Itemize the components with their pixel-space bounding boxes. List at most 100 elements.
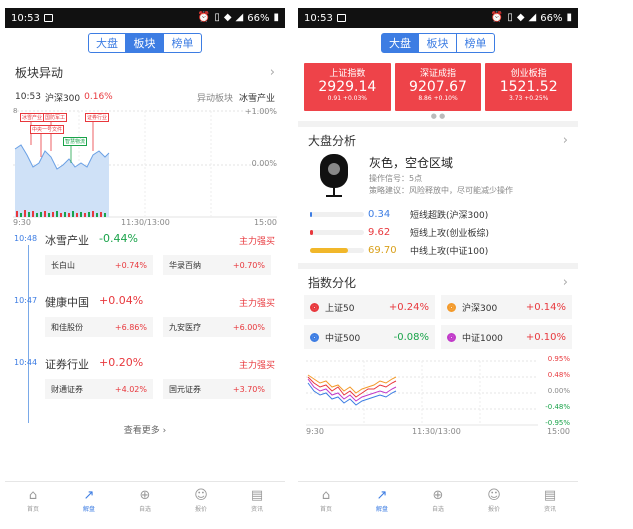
tabbar-analysis[interactable]: ↗ 解盘 [354, 482, 410, 519]
traffic-signal-icon [320, 154, 348, 197]
stock-change: +0.74% [114, 260, 147, 270]
y-axis-mid: 0.00% [251, 159, 277, 168]
tabbar-news[interactable]: ▤ 资讯 [522, 482, 578, 519]
index-card[interactable]: 深证成指 9207.67 8.86 +0.10% [394, 63, 482, 111]
alarm-icon: ⏰ [490, 12, 504, 23]
add-circle-icon: ⊕ [432, 487, 444, 503]
event-change: -0.44% [99, 232, 138, 245]
sector-timeline: 10:48 冰雪产业 -0.44% 主力强买 长白山 +0.74% 华录百纳 +… [5, 231, 285, 423]
battery-icon: ▮ [566, 12, 572, 23]
event-tag: 主力强买 [238, 299, 275, 309]
timeline-event[interactable]: 10:44 证券行业 +0.20% 主力强买 财通证券 +4.02% 国元证券 … [5, 355, 285, 417]
strength-bar [310, 211, 364, 217]
tabbar-home[interactable]: ⌂ 首页 [298, 482, 354, 519]
divergence-name: 中证500 [325, 333, 361, 344]
event-name: 健康中国 [45, 296, 89, 309]
divergence-item[interactable]: 沪深300 +0.14% [441, 295, 572, 319]
divergence-grid: 上证50 +0.24% 沪深300 +0.14% 中证500 -0.08% 中证… [298, 295, 578, 349]
divergence-change: +0.14% [525, 301, 566, 313]
stock-item[interactable]: 国元证券 +3.70% [163, 379, 271, 399]
strength-row: 9.62 短线上攻(创业板综) [298, 223, 578, 241]
stock-change: +6.86% [114, 322, 147, 332]
strength-label: 短线超跌(沪深300) [410, 210, 489, 221]
stock-name: 长白山 [51, 260, 75, 270]
view-more-link[interactable]: 查看更多 › [5, 423, 285, 436]
tabbar-news[interactable]: ▤ 资讯 [229, 482, 285, 519]
divergence-name: 上证50 [325, 303, 355, 314]
series-dot-icon [447, 302, 456, 312]
right-phone-screen: 10:53 ⏰ ▯ ◆ ◢ 66% ▮ 大盘 板块 榜单 上证指数 2929.1… [298, 8, 578, 519]
tabbar-quotes[interactable]: ☺ 报价 [466, 482, 522, 519]
y-axis-label: -0.95% [545, 419, 570, 427]
tab-market[interactable]: 大盘 [381, 33, 419, 53]
stock-item[interactable]: 财通证券 +4.02% [45, 379, 153, 399]
divergence-name: 中证1000 [462, 333, 503, 344]
tabbar-home[interactable]: ⌂ 首页 [5, 482, 61, 519]
chart-marker[interactable]: 中央一号文件 [30, 125, 65, 134]
event-time: 10:47 [14, 296, 38, 305]
person-icon: ☺ [194, 487, 208, 503]
series-dot-icon [447, 332, 456, 342]
stock-item[interactable]: 和佳股份 +6.86% [45, 317, 153, 337]
trend-chart-icon: ↗ [83, 487, 95, 503]
chart-marker[interactable]: 智慧物流 [63, 137, 88, 146]
status-bar: 10:53 ⏰ ▯ ◆ ◢ 66% ▮ [5, 8, 285, 28]
tabbar-quotes[interactable]: ☺ 报价 [173, 482, 229, 519]
analysis-bars: 0.34 短线超跌(沪深300) 9.62 短线上攻(创业板综) 69.70 中… [298, 201, 578, 259]
timeline-event[interactable]: 10:48 冰雪产业 -0.44% 主力强买 长白山 +0.74% 华录百纳 +… [5, 231, 285, 293]
index-value: 1521.52 [499, 79, 558, 95]
signal-icon: ◢ [528, 12, 537, 23]
chevron-right-icon: › [269, 64, 275, 80]
tabbar-watchlist[interactable]: ⊕ 自选 [117, 482, 173, 519]
index-name: 深证成指 [420, 69, 457, 79]
home-icon: ⌂ [28, 487, 38, 503]
tabbar-analysis[interactable]: ↗ 解盘 [61, 482, 117, 519]
sector-move-header[interactable]: 板块异动 › [5, 59, 285, 85]
tab-sector[interactable]: 板块 [126, 33, 164, 53]
series-dot-icon [310, 302, 319, 312]
stock-name: 九安医疗 [169, 322, 201, 332]
chart-marker[interactable]: 国防军工 [43, 113, 68, 122]
intraday-chart[interactable]: 8 冰雪产业 国防军工 证券行业 中央一号文件 智慧物流 +1.00% 0.00… [13, 107, 277, 227]
timeline-event[interactable]: 10:47 健康中国 +0.04% 主力强买 和佳股份 +6.86% 九安医疗 … [5, 293, 285, 355]
index-card[interactable]: 创业板指 1521.52 3.73 +0.25% [485, 63, 573, 111]
divergence-header[interactable]: 指数分化 › [298, 269, 578, 295]
signal-icon: ◢ [235, 12, 244, 23]
divergence-item[interactable]: 中证1000 +0.10% [441, 325, 572, 349]
analysis-signal: 操作信号：5点 [369, 174, 423, 183]
stock-change: +0.70% [232, 260, 265, 270]
strength-value: 9.62 [368, 226, 391, 238]
divergence-item[interactable]: 上证50 +0.24% [304, 295, 435, 319]
divergence-chart[interactable]: 0.95% 0.48% 0.00% -0.48% -0.95% 9:30 11:… [306, 355, 570, 441]
event-name: 证券行业 [45, 358, 89, 371]
strength-bar [310, 229, 364, 235]
tab-sector[interactable]: 板块 [419, 33, 457, 53]
info-right-value: 冰雪产业 [238, 93, 275, 104]
stock-item[interactable]: 华录百纳 +0.70% [163, 255, 271, 275]
divergence-change: -0.08% [393, 331, 429, 343]
tab-ranking[interactable]: 榜单 [457, 33, 495, 53]
event-change: +0.04% [99, 294, 144, 307]
tab-market[interactable]: 大盘 [88, 33, 126, 53]
battery-text: 66% [540, 12, 563, 24]
document-icon: ▤ [543, 487, 557, 503]
info-time: 10:53 [15, 92, 41, 102]
stock-name: 华录百纳 [169, 260, 201, 270]
divergence-item[interactable]: 中证500 -0.08% [304, 325, 435, 349]
chart-marker[interactable]: 证券行业 [85, 113, 110, 122]
x-axis-start: 9:30 [13, 218, 31, 227]
event-tag: 主力强买 [238, 361, 275, 371]
stock-item[interactable]: 长白山 +0.74% [45, 255, 153, 275]
trend-chart-icon: ↗ [376, 487, 388, 503]
divergence-name: 沪深300 [462, 303, 498, 314]
tab-ranking[interactable]: 榜单 [164, 33, 202, 53]
tabbar-watchlist[interactable]: ⊕ 自选 [410, 482, 466, 519]
index-value: 9207.67 [409, 79, 467, 95]
battery-icon: ▮ [273, 12, 279, 23]
analysis-header[interactable]: 大盘分析 › [298, 127, 578, 153]
market-tabs: 大盘 板块 榜单 [298, 33, 578, 53]
stock-item[interactable]: 九安医疗 +6.00% [163, 317, 271, 337]
chart-marker[interactable]: 冰雪产业 [20, 113, 45, 122]
index-card[interactable]: 上证指数 2929.14 0.91 +0.03% [304, 63, 391, 111]
y-axis-label: 0.48% [547, 371, 570, 379]
